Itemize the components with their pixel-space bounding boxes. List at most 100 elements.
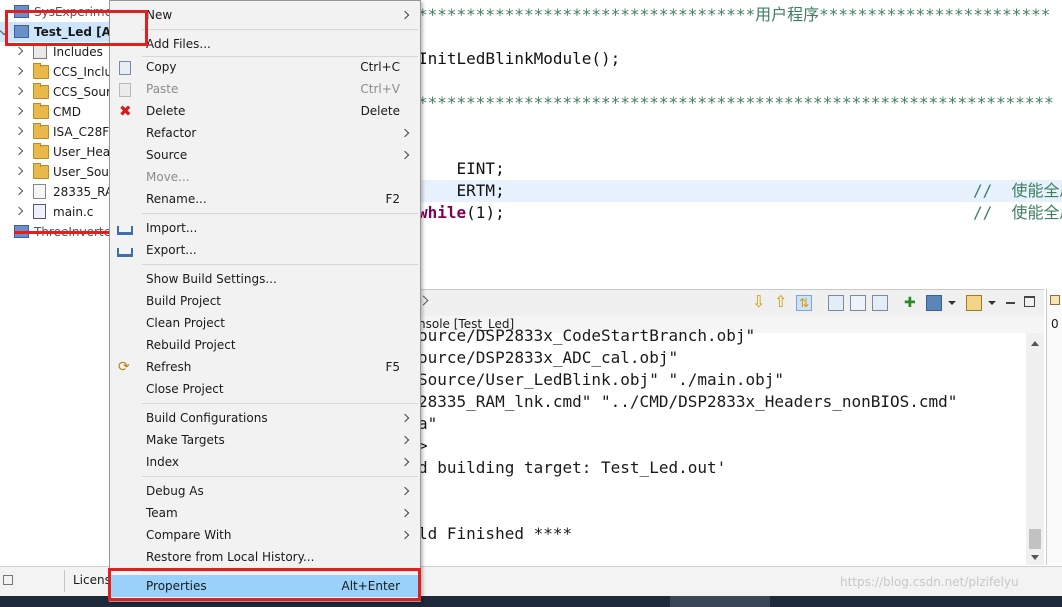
highlight-box-project — [5, 10, 148, 46]
panel-icon[interactable] — [1050, 295, 1060, 305]
menu-item-label: Move... — [146, 170, 190, 184]
menu-item-label: Export... — [146, 243, 197, 257]
submenu-arrow-icon — [400, 150, 410, 160]
chevron-right-icon[interactable] — [14, 166, 24, 176]
menu-item-source[interactable]: Source — [110, 144, 420, 166]
scrollbar-thumb[interactable] — [1029, 529, 1041, 549]
folder-icon — [33, 163, 49, 179]
menu-item-copy[interactable]: Copy Ctrl+C — [110, 56, 420, 78]
menu-item-build-project[interactable]: Build Project — [110, 290, 420, 312]
console-line: Source/User_LedBlink.obj" "./main.obj" — [418, 370, 785, 389]
minimize-icon[interactable] — [1006, 302, 1015, 304]
folder-icon — [33, 143, 49, 159]
code-editor[interactable]: ***********************************用户程序*… — [418, 0, 1062, 290]
menu-item-build-configurations[interactable]: Build Configurations — [110, 407, 420, 429]
dropdown-arrow-icon[interactable] — [988, 301, 996, 305]
menu-item-import[interactable]: Import... — [110, 217, 420, 239]
menu-item-label: Debug As — [146, 484, 204, 498]
menu-item-label: New — [146, 8, 173, 22]
submenu-arrow-icon — [400, 457, 410, 467]
tree-item-threeinverter[interactable]: ThreeInverter — [0, 222, 116, 242]
chevron-right-icon[interactable] — [14, 186, 24, 196]
scroll-down-arrow-icon[interactable] — [1031, 555, 1039, 560]
code-line: ***********************************用户程序*… — [418, 5, 1051, 24]
menu-item-refresh[interactable]: ⟳ Refresh F5 — [110, 356, 420, 378]
chevron-right-icon[interactable] — [14, 46, 24, 56]
menu-separator — [142, 29, 418, 30]
file-icon — [33, 184, 46, 199]
menu-item-close-project[interactable]: Close Project — [110, 378, 420, 400]
chevron-right-icon[interactable] — [14, 126, 24, 136]
chevron-right-icon[interactable] — [14, 66, 24, 76]
menu-item-show-build-settings[interactable]: Show Build Settings... — [110, 268, 420, 290]
display-console-icon[interactable] — [926, 295, 942, 311]
menu-item-export[interactable]: Export... — [110, 239, 420, 261]
menu-item-label: Delete — [146, 104, 186, 118]
menu-item-new[interactable]: New — [110, 4, 420, 26]
menu-item-label: Team — [146, 506, 178, 520]
code-line: EINT; // 使能全局 — [418, 136, 1062, 200]
console-scrollbar[interactable] — [1026, 333, 1044, 565]
menu-item-refactor[interactable]: Refactor — [110, 122, 420, 144]
pin-console-icon[interactable]: ✚ — [904, 295, 920, 311]
menu-item-make-targets[interactable]: Make Targets — [110, 429, 420, 451]
maximize-icon[interactable] — [1024, 296, 1035, 307]
highlight-box-properties — [108, 568, 421, 601]
red-strike-mark — [14, 231, 110, 234]
menu-item-add-files[interactable]: Add Files... — [110, 33, 420, 55]
view-menu-icon[interactable] — [3, 575, 13, 585]
menu-item-clean-project[interactable]: Clean Project — [110, 312, 420, 334]
paste-icon — [119, 83, 131, 97]
menu-item-label: Paste — [146, 82, 179, 96]
folder-icon — [33, 83, 49, 99]
menu-item-label: Compare With — [146, 528, 232, 542]
console-output[interactable]: ource/DSP2833x_CodeStartBranch.obj" ourc… — [418, 326, 1026, 565]
chevron-right-icon[interactable] — [14, 86, 24, 96]
scroll-up-arrow-icon[interactable] — [1031, 341, 1039, 346]
taskbar-item[interactable] — [670, 596, 770, 607]
menu-item-move[interactable]: Move... — [110, 166, 420, 188]
menu-item-label: Refresh — [146, 360, 192, 374]
console-line: ld Finished **** — [418, 524, 573, 543]
clear-console-icon[interactable] — [872, 295, 888, 311]
menu-item-rebuild-project[interactable]: Rebuild Project — [110, 334, 420, 356]
menu-item-paste[interactable]: Paste Ctrl+V — [110, 78, 420, 100]
menu-item-label: Refactor — [146, 126, 197, 140]
console-copy-icon[interactable] — [850, 295, 866, 311]
menu-item-label: Make Targets — [146, 433, 225, 447]
scroll-up-icon[interactable]: ⇧ — [774, 294, 790, 310]
includes-icon — [33, 45, 47, 59]
menu-item-restore-history[interactable]: Restore from Local History... — [110, 546, 420, 568]
chevron-right-icon[interactable] — [14, 206, 24, 216]
menu-item-shortcut: F5 — [385, 360, 400, 374]
console-line: 28335_RAM_lnk.cmd" "../CMD/DSP2833x_Head… — [418, 392, 958, 411]
submenu-arrow-icon — [400, 10, 410, 20]
menu-item-index[interactable]: Index — [110, 451, 420, 473]
code-comment: // 使能全局 — [973, 181, 1062, 200]
menu-item-label: Rename... — [146, 192, 207, 206]
submenu-arrow-icon — [400, 413, 410, 423]
submenu-arrow-icon — [400, 486, 410, 496]
code-line: ****************************************… — [418, 93, 1054, 112]
console-view-icon[interactable] — [828, 295, 844, 311]
open-console-icon[interactable] — [966, 295, 982, 311]
menu-item-shortcut: Ctrl+V — [360, 82, 400, 96]
menu-item-team[interactable]: Team — [110, 502, 420, 524]
menu-item-compare-with[interactable]: Compare With — [110, 524, 420, 546]
code-comment: // 使能全局 — [973, 203, 1062, 222]
menu-item-label: Show Build Settings... — [146, 272, 277, 286]
dropdown-arrow-icon[interactable] — [948, 301, 956, 305]
menu-item-label: Add Files... — [146, 37, 211, 51]
menu-separator — [142, 213, 418, 214]
menu-separator — [142, 264, 418, 265]
chevron-right-icon[interactable] — [14, 146, 24, 156]
menu-item-debug-as[interactable]: Debug As — [110, 480, 420, 502]
menu-item-rename[interactable]: Rename... F2 — [110, 188, 420, 210]
scroll-down-icon[interactable]: ⇩ — [752, 294, 768, 310]
tab-divider — [64, 570, 65, 592]
menu-item-delete[interactable]: ✖ Delete Delete — [110, 100, 420, 122]
code-text: (1); — [466, 203, 505, 222]
folder-icon — [33, 63, 49, 79]
chevron-right-icon[interactable] — [14, 106, 24, 116]
scroll-lock-icon[interactable]: ⇅ — [796, 295, 812, 311]
